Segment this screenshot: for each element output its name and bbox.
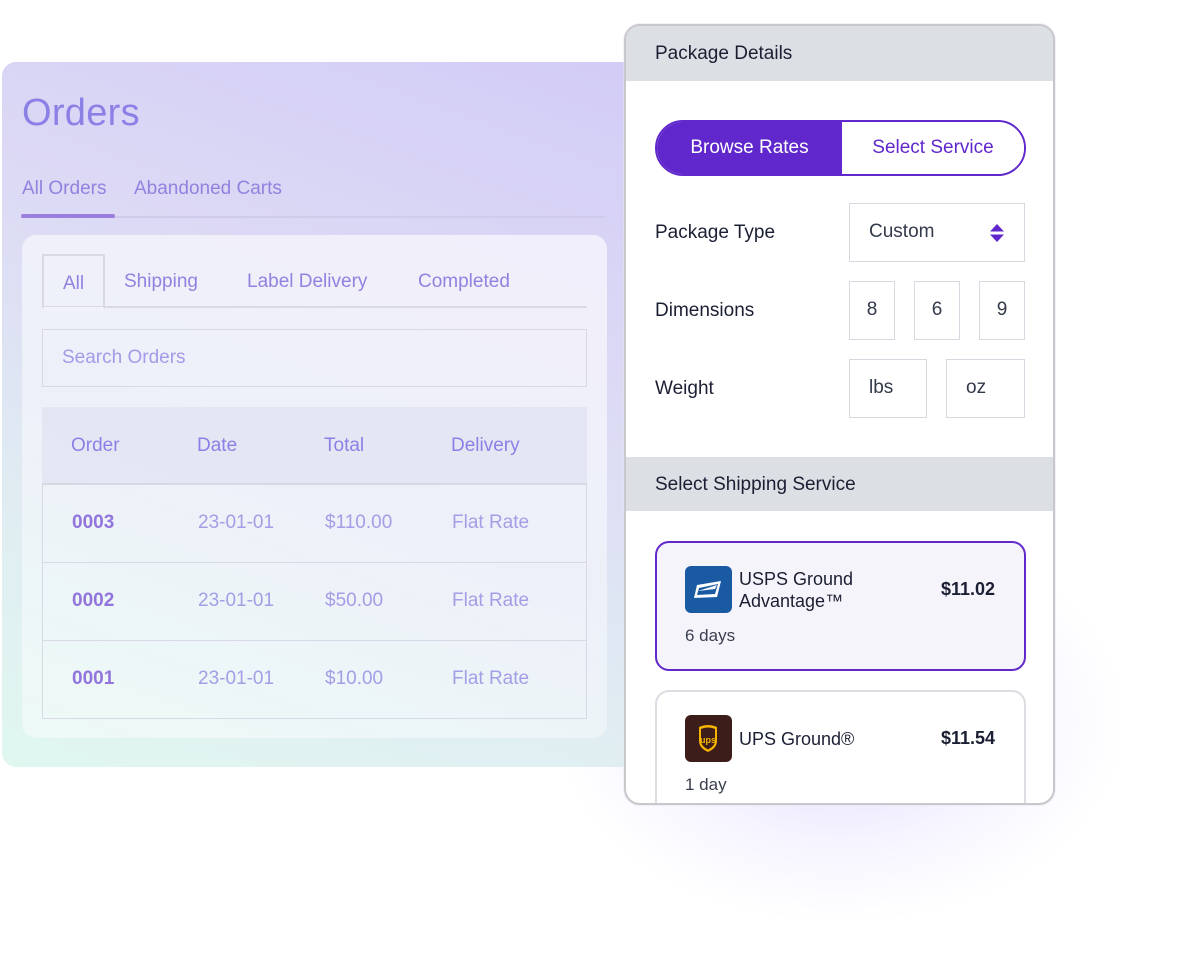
orders-table: Order Date Total Delivery 0003 23-01-01 …	[42, 407, 587, 719]
order-date: 23-01-01	[198, 512, 275, 533]
dimension-width-input[interactable]: 6	[914, 281, 960, 340]
service-delivery-time: 1 day	[685, 775, 727, 794]
package-details-panel: Package Details Browse Rates Select Serv…	[624, 24, 1055, 805]
dimension-length-input[interactable]: 8	[849, 281, 895, 340]
order-total: $110.00	[325, 512, 393, 533]
order-total: $10.00	[325, 668, 384, 689]
service-name-line1: UPS Ground®	[739, 729, 855, 749]
browse-rates-button[interactable]: Browse Rates	[657, 122, 842, 174]
package-type-label: Package Type	[655, 222, 776, 243]
orders-panel: Orders All Orders Abandoned Carts All Sh…	[2, 62, 642, 767]
weight-lbs-input[interactable]: lbs	[849, 359, 927, 418]
ups-shield-logo-icon: ups	[685, 715, 732, 762]
service-delivery-time: 6 days	[685, 626, 736, 645]
order-number[interactable]: 0002	[72, 590, 114, 612]
page-title: Orders	[22, 92, 140, 134]
service-name-line1: USPS Ground	[739, 569, 854, 589]
order-number[interactable]: 0001	[72, 668, 114, 690]
column-header-total[interactable]: Total	[324, 435, 364, 457]
tab-abandoned-carts[interactable]: Abandoned Carts	[134, 178, 282, 200]
dimensions-label: Dimensions	[655, 300, 755, 321]
service-option-usps[interactable]: USPS Ground Advantage™ $11.02 6 days	[655, 541, 1026, 671]
active-tab-indicator	[21, 214, 115, 218]
filter-tab-completed[interactable]: Completed	[418, 254, 510, 309]
order-delivery: Flat Rate	[452, 590, 530, 611]
rate-mode-toggle: Browse Rates Select Service	[655, 120, 1026, 176]
table-header: Order Date Total Delivery	[42, 407, 587, 485]
search-orders-input[interactable]	[42, 329, 587, 387]
package-type-value: Custom	[869, 221, 935, 242]
service-price: $11.54	[940, 728, 995, 748]
weight-oz-input[interactable]: oz	[946, 359, 1025, 418]
order-date: 23-01-01	[198, 590, 275, 611]
filter-tab-all[interactable]: All	[42, 254, 105, 309]
column-header-date[interactable]: Date	[197, 435, 237, 457]
service-option-ups[interactable]: ups UPS Ground® $11.54 1 day	[655, 690, 1026, 803]
table-row[interactable]: 0002 23-01-01 $50.00 Flat Rate	[42, 563, 587, 641]
filter-tabs: All Shipping Label Delivery Completed	[42, 254, 587, 309]
package-type-select[interactable]: Custom	[849, 203, 1025, 262]
order-date: 23-01-01	[198, 668, 275, 689]
order-delivery: Flat Rate	[452, 512, 530, 533]
usps-eagle-logo-icon	[685, 566, 732, 613]
service-name-line2: Advantage™	[739, 591, 844, 611]
orders-tabs: All Orders Abandoned Carts	[21, 174, 605, 218]
svg-text:ups: ups	[700, 735, 716, 745]
order-delivery: Flat Rate	[452, 668, 530, 689]
filter-tab-label-delivery[interactable]: Label Delivery	[247, 254, 367, 309]
select-shipping-service-header: Select Shipping Service	[626, 457, 1053, 511]
order-total: $50.00	[325, 590, 384, 611]
orders-card: All Shipping Label Delivery Completed Or…	[22, 235, 607, 738]
service-price: $11.02	[940, 579, 995, 599]
column-header-delivery[interactable]: Delivery	[451, 435, 520, 457]
order-number[interactable]: 0003	[72, 512, 114, 534]
weight-label: Weight	[655, 378, 714, 399]
column-header-order[interactable]: Order	[71, 435, 120, 457]
package-details-header: Package Details	[626, 26, 1053, 81]
table-row[interactable]: 0001 23-01-01 $10.00 Flat Rate	[42, 641, 587, 719]
filter-tab-shipping[interactable]: Shipping	[124, 254, 198, 309]
updown-arrows-icon	[990, 224, 1004, 242]
select-service-button[interactable]: Select Service	[842, 122, 1024, 174]
table-row[interactable]: 0003 23-01-01 $110.00 Flat Rate	[42, 485, 587, 563]
tab-all-orders[interactable]: All Orders	[22, 178, 106, 200]
dimension-height-input[interactable]: 9	[979, 281, 1025, 340]
